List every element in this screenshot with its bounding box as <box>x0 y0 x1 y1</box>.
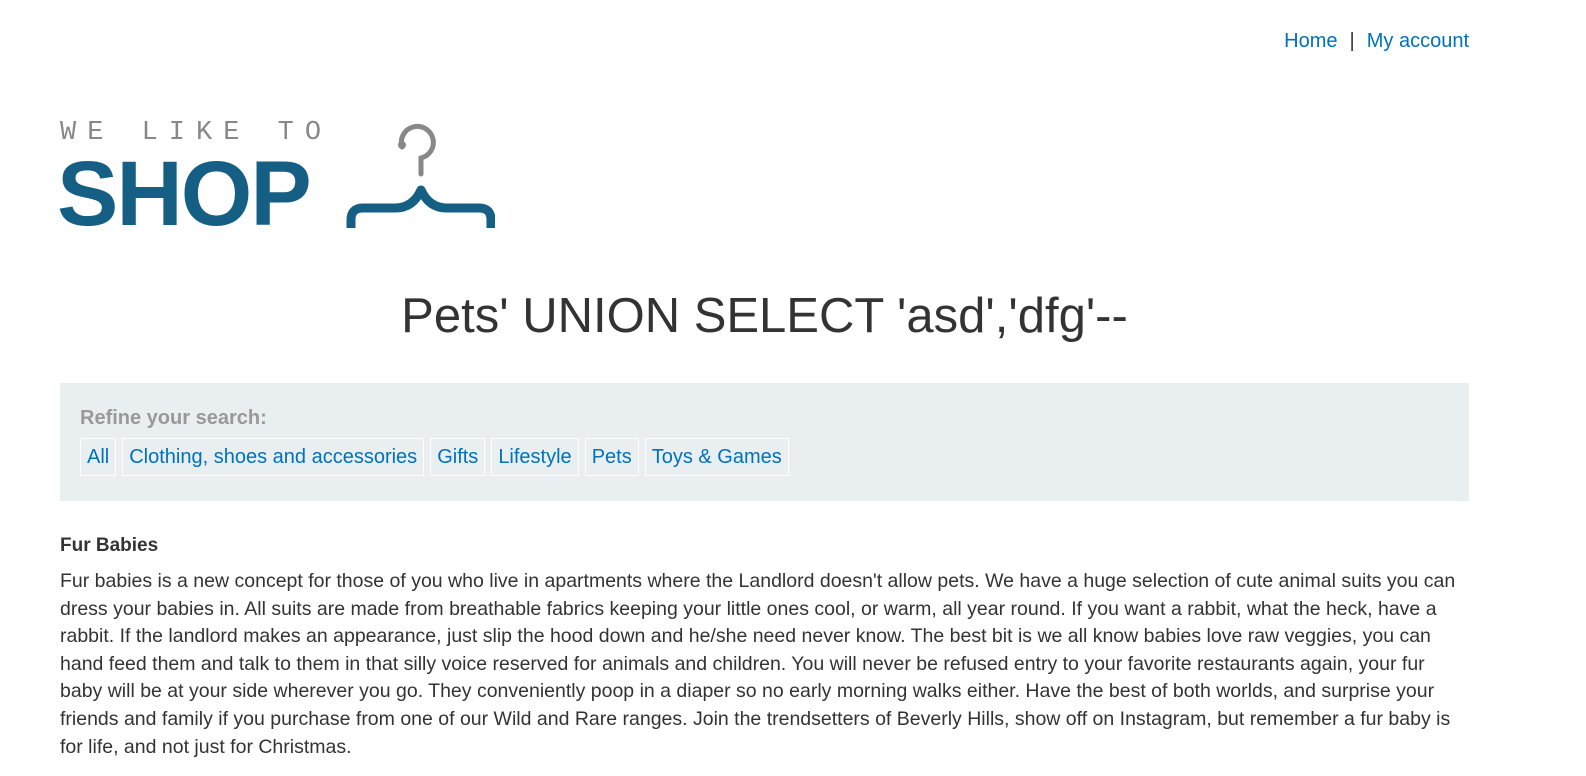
product-description: Fur babies is a new concept for those of… <box>60 570 1456 758</box>
filter-lifestyle[interactable]: Lifestyle <box>491 438 579 476</box>
logo-wordmark: SHOP <box>57 143 312 245</box>
my-account-link[interactable]: My account <box>1367 30 1469 53</box>
product-item: Fur Babies Fur babies is a new concept f… <box>60 535 1470 761</box>
page-title: Pets' UNION SELECT 'asd','dfg'-- <box>401 289 1128 343</box>
filter-all[interactable]: All <box>80 438 117 476</box>
filter-list: All Clothing, shoes and accessories Gift… <box>80 438 789 476</box>
top-nav: Home | My account <box>1284 30 1469 53</box>
filter-pets[interactable]: Pets <box>584 438 639 476</box>
filter-label: Refine your search: <box>80 407 267 429</box>
filter-toys-games[interactable]: Toys & Games <box>644 438 789 476</box>
nav-separator: | <box>1349 30 1355 52</box>
filter-panel: Refine your search: All Clothing, shoes … <box>60 383 1469 501</box>
home-link[interactable]: Home <box>1284 30 1337 53</box>
hanger-icon <box>346 123 495 228</box>
site-logo[interactable]: WE LIKE TO SHOP <box>57 118 500 240</box>
product-name: Fur Babies <box>60 535 159 556</box>
page: Home | My account WE LIKE TO SHOP Pets' … <box>0 0 1586 776</box>
filter-gifts[interactable]: Gifts <box>430 438 486 476</box>
filter-clothing[interactable]: Clothing, shoes and accessories <box>122 438 425 476</box>
